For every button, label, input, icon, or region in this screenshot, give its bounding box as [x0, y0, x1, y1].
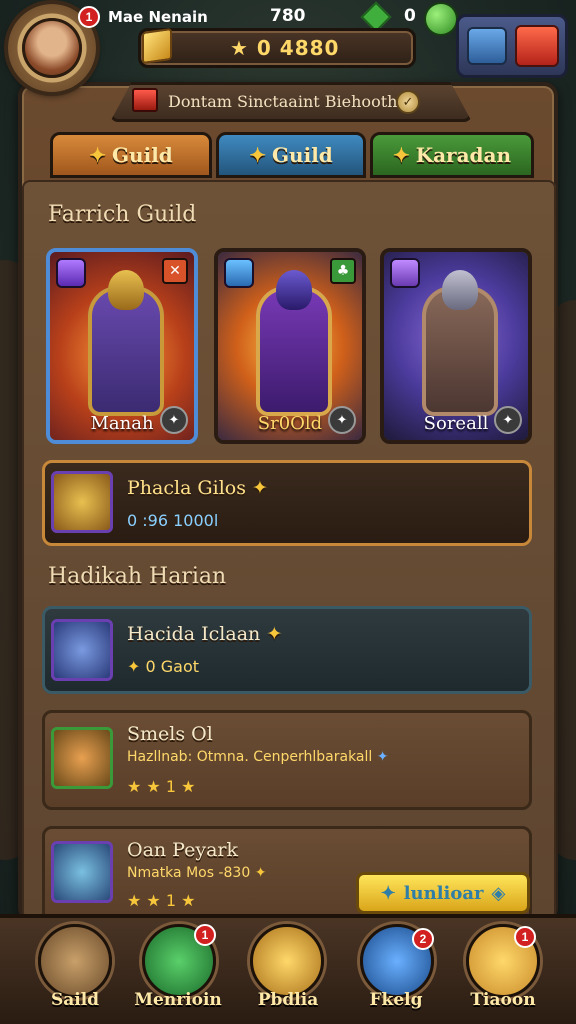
star-icon: ✦: [252, 477, 268, 499]
claim-button-label: lunlioar: [403, 882, 484, 904]
check-icon[interactable]: ✓: [396, 90, 420, 114]
tree-icon: ♣: [330, 258, 356, 284]
blue-gem-icon: [224, 258, 254, 288]
nav-chest-button[interactable]: [250, 924, 324, 998]
notice-text: Dontam Sinctaaint Biehooth: [168, 92, 398, 111]
add-gems-button[interactable]: [426, 4, 456, 34]
tab-guild-blue[interactable]: ✦ Guild: [216, 132, 366, 178]
star-icon: ✦: [392, 143, 410, 167]
star-icon: ✦: [266, 623, 283, 645]
purple-gem-icon: [56, 258, 86, 288]
star-icon: ✦: [380, 882, 396, 904]
nav-badge: 1: [514, 926, 536, 948]
star-icon: ✦: [89, 143, 106, 167]
gold-icon: [142, 27, 172, 65]
hero-name: Soreall: [423, 413, 489, 434]
nav-label-1: Saild: [50, 990, 100, 1010]
tab-label: Guild: [111, 143, 173, 167]
nav-guild-button[interactable]: [38, 924, 112, 998]
nav-label-5: Tiaoon: [470, 990, 536, 1010]
daily-stars: ★ ★ 1 ★: [127, 891, 196, 910]
inventory-icon[interactable]: [467, 27, 507, 65]
hero-helmet: [276, 270, 312, 310]
claim-button[interactable]: ✦ lunlioar ◈: [356, 872, 530, 914]
daily-title: Hacida Iclaan ✦: [127, 623, 282, 645]
purple-hammer-icon: [390, 258, 420, 288]
nav-label-3: Pbdlia: [257, 990, 319, 1010]
gold-value: ★ 0 4880: [230, 36, 340, 60]
daily-title: Smels Ol: [127, 723, 213, 745]
star-icon: ✦: [249, 143, 266, 167]
daily-thumb: [51, 841, 113, 903]
gem-count: 0: [404, 6, 416, 26]
daily-thumb: [51, 727, 113, 789]
hero-card-2[interactable]: ♣ ✦ Sr0Old: [214, 248, 366, 444]
hero-name: Manah: [90, 413, 154, 434]
nav-label-4: Fkelg: [369, 990, 423, 1010]
star-icon: ✦: [127, 657, 146, 676]
daily-section-title: Hadikah Harian: [48, 564, 227, 589]
featured-thumb: [51, 471, 113, 533]
featured-guild-row[interactable]: Phacla Gilos ✦ 0 :96 1000l: [42, 460, 532, 546]
daily-stars: ★ ★ 1 ★: [127, 777, 196, 796]
top-right-menu: [456, 14, 568, 78]
daily-sub: Nmatka Mos -830 ✦: [127, 865, 266, 881]
tab-label: Karadan: [415, 143, 512, 167]
daily-title: Oan Peyark: [127, 839, 239, 861]
daily-title-text: Hacida Iclaan: [127, 623, 261, 645]
hero-helmet: [108, 270, 144, 310]
hero-card-3[interactable]: ✦ Soreall: [380, 248, 532, 444]
hero-helmet: [442, 270, 478, 310]
featured-title-text: Phacla Gilos: [127, 477, 246, 499]
daily-thumb: [51, 619, 113, 681]
daily-sub-text: 0 Gaot: [145, 657, 200, 676]
hero-name: Sr0Old: [257, 413, 323, 434]
diamond-icon: ◈: [491, 882, 506, 904]
avatar-portrait: [22, 18, 82, 78]
daily-row-1[interactable]: Hacida Iclaan ✦ ✦ 0 Gaot: [42, 606, 532, 694]
settings-hammer-icon[interactable]: [515, 25, 559, 67]
tab-guild-orange[interactable]: ✦ Guild: [50, 132, 212, 178]
daily-sub-text: Hazllnab: Otmna. Cenperhlbarakall: [127, 749, 373, 765]
player-level: 780: [270, 6, 306, 26]
red-gem-icon: [132, 88, 158, 112]
daily-sub-text: Nmatka Mos -830: [127, 865, 251, 881]
featured-title: Phacla Gilos ✦: [127, 477, 268, 499]
nav-badge: 1: [194, 924, 216, 946]
blue-star-icon: ✦: [376, 749, 389, 765]
player-name: Mae Nenain: [108, 8, 208, 26]
guild-section-title: Farrich Guild: [48, 202, 197, 227]
daily-row-2[interactable]: Smels Ol Hazllnab: Otmna. Cenperhlbaraka…: [42, 710, 532, 810]
tab-karadan[interactable]: ✦ Karadan: [370, 132, 534, 178]
avatar-notification-badge: 1: [78, 6, 100, 28]
star-icon: ✦: [254, 865, 267, 881]
tab-label: Guild: [271, 143, 333, 167]
featured-sub: 0 :96 1000l: [127, 511, 219, 530]
daily-sub: ✦ 0 Gaot: [127, 657, 199, 676]
nav-label-2: Menrioin: [134, 990, 222, 1010]
crossed-swords-icon: ✕: [162, 258, 188, 284]
hero-card-1[interactable]: ✕ ✦ Manah: [46, 248, 198, 444]
daily-sub: Hazllnab: Otmna. Cenperhlbarakall ✦: [127, 749, 388, 765]
nav-badge: 2: [412, 928, 434, 950]
